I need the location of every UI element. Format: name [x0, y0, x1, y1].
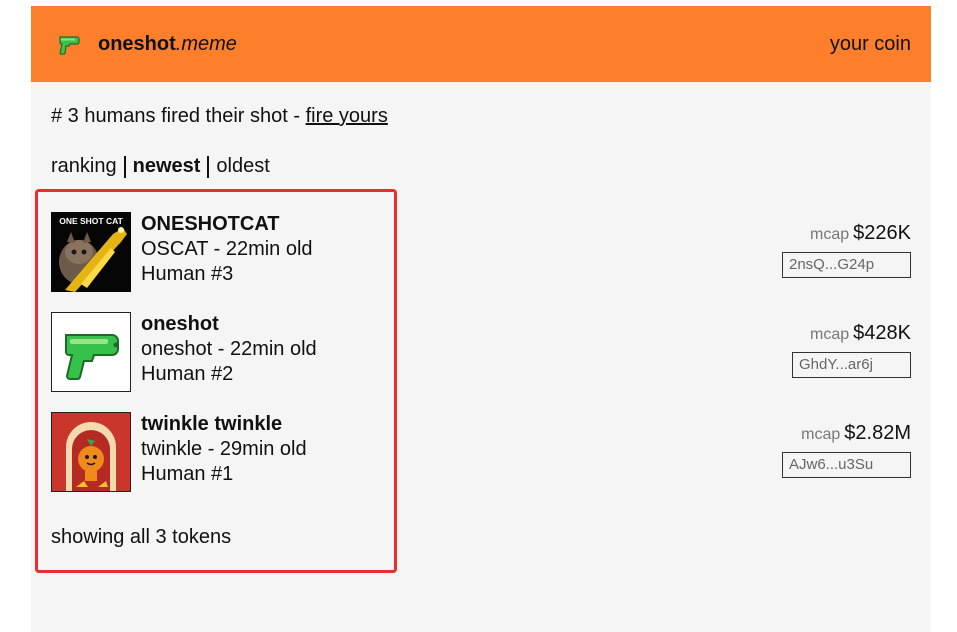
mcap-value: $2.82M — [844, 422, 911, 444]
mcap-line: mcap $226K — [782, 221, 911, 247]
token-human: Human #2 — [141, 363, 234, 385]
token-thumbnail[interactable] — [51, 312, 131, 392]
showing-count: showing all 3 tokens — [51, 526, 232, 548]
token-info: ONESHOTCAT OSCAT - 22min old Human #3 — [141, 212, 313, 287]
token-market: mcap $2.82M AJw6...u3Su — [782, 421, 911, 478]
mcap-label: mcap — [810, 326, 850, 343]
mcap-line: mcap $2.82M — [782, 421, 911, 447]
token-meta: oneshot - 22min old — [141, 338, 317, 360]
announcement-text: # 3 humans fired their shot - — [51, 105, 306, 127]
contract-address[interactable]: 2nsQ...G24p — [782, 252, 911, 278]
contract-address[interactable]: GhdY...ar6j — [792, 352, 911, 378]
sort-divider — [207, 155, 210, 178]
contract-address[interactable]: AJw6...u3Su — [782, 452, 911, 478]
token-market: mcap $428K GhdY...ar6j — [792, 321, 911, 378]
water-pistol-icon — [58, 33, 80, 55]
sort-divider — [123, 155, 126, 178]
mcap-label: mcap — [810, 226, 850, 243]
header-bar: oneshot.meme your coin — [31, 6, 931, 82]
token-human: Human #3 — [141, 263, 234, 285]
token-name[interactable]: oneshot — [141, 312, 317, 337]
token-market: mcap $226K 2nsQ...G24p — [782, 221, 911, 278]
token-meta: twinkle - 29min old — [141, 438, 307, 460]
token-name[interactable]: ONESHOTCAT — [141, 212, 313, 237]
brand-name-tld: .meme — [175, 32, 237, 55]
token-row[interactable]: ONE SHOT CAT ONESHOTCAT OSCAT - 22min ol… — [51, 212, 911, 292]
token-name[interactable]: twinkle twinkle — [141, 412, 307, 437]
sort-oldest[interactable]: oldest — [216, 155, 269, 178]
mcap-value: $428K — [853, 322, 911, 344]
orange-character-icon — [52, 413, 130, 491]
brand-name: oneshot.meme — [98, 33, 237, 56]
brand-name-main: oneshot — [98, 32, 176, 55]
your-coin-link[interactable]: your coin — [830, 33, 911, 56]
sort-ranking[interactable]: ranking — [51, 155, 117, 178]
water-pistol-icon — [65, 334, 119, 380]
token-row[interactable]: oneshot oneshot - 22min old Human #2 mca… — [51, 312, 911, 392]
token-info: twinkle twinkle twinkle - 29min old Huma… — [141, 412, 307, 487]
token-info: oneshot oneshot - 22min old Human #2 — [141, 312, 317, 387]
sort-bar: ranking newest oldest — [51, 155, 270, 178]
fire-yours-link[interactable]: fire yours — [306, 105, 388, 127]
brand-logo[interactable]: oneshot.meme — [58, 6, 237, 82]
mcap-line: mcap $428K — [792, 321, 911, 347]
token-meta: OSCAT - 22min old — [141, 238, 313, 260]
page-container: oneshot.meme your coin # 3 humans fired … — [31, 6, 931, 632]
sort-newest[interactable]: newest — [133, 155, 201, 178]
token-thumbnail[interactable] — [51, 412, 131, 492]
token-thumbnail[interactable]: ONE SHOT CAT — [51, 212, 131, 292]
thumb-caption: ONE SHOT CAT — [59, 216, 123, 226]
mcap-value: $226K — [853, 222, 911, 244]
token-row[interactable]: twinkle twinkle twinkle - 29min old Huma… — [51, 412, 911, 492]
cat-with-gun-icon: ONE SHOT CAT — [51, 212, 131, 292]
mcap-label: mcap — [801, 426, 841, 443]
announcement: # 3 humans fired their shot - fire yours — [51, 105, 388, 128]
token-human: Human #1 — [141, 463, 234, 485]
